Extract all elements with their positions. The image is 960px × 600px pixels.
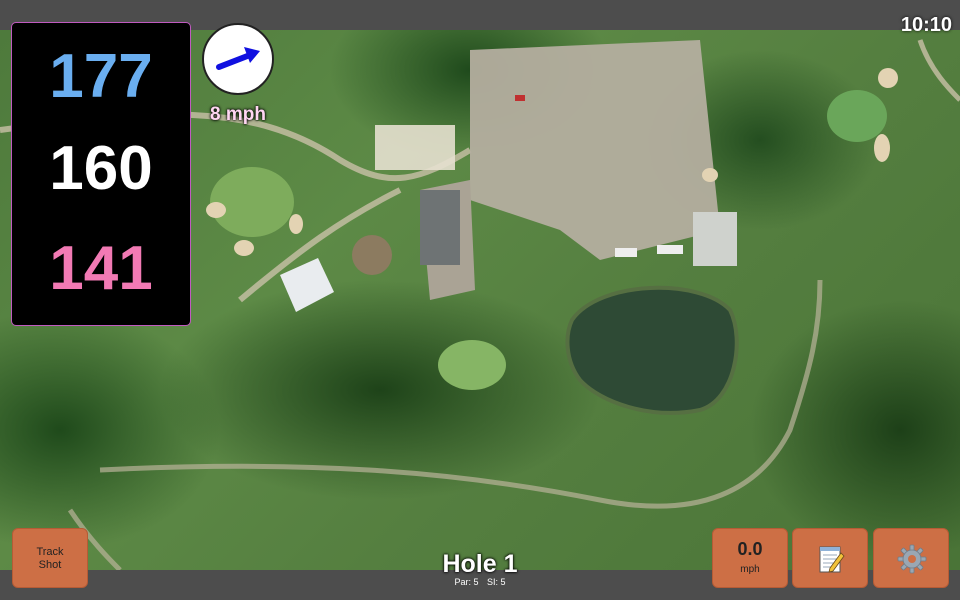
wind-arrow-icon bbox=[216, 47, 260, 70]
scorecard-notes-button[interactable] bbox=[792, 528, 868, 588]
hole-title: Hole 1 bbox=[442, 550, 518, 578]
distance-back: 177 bbox=[49, 42, 153, 111]
track-shot-label-line1: Track bbox=[36, 546, 64, 558]
speed-value: 0.0 bbox=[737, 539, 763, 559]
notepad-icon bbox=[819, 546, 845, 573]
distance-center: 160 bbox=[49, 134, 153, 203]
hole-stroke-index: SI: 5 bbox=[487, 577, 506, 587]
hole-details: Par: 5 SI: 5 bbox=[380, 577, 580, 587]
clock: 10:10 bbox=[900, 14, 952, 36]
distance-front: 141 bbox=[49, 234, 153, 303]
wind-direction-indicator bbox=[202, 23, 274, 95]
hole-par: Par: 5 bbox=[454, 577, 479, 587]
gear-icon bbox=[897, 544, 927, 574]
distance-panel: 177 160 141 bbox=[11, 22, 191, 326]
wind-speed: 8 mph bbox=[210, 104, 266, 125]
settings-button[interactable] bbox=[873, 528, 949, 588]
speed-unit: mph bbox=[740, 564, 760, 575]
track-shot-button[interactable]: Track Shot bbox=[12, 528, 88, 588]
track-shot-label-line2: Shot bbox=[38, 559, 62, 571]
speed-button[interactable]: 0.0 mph bbox=[712, 528, 788, 588]
